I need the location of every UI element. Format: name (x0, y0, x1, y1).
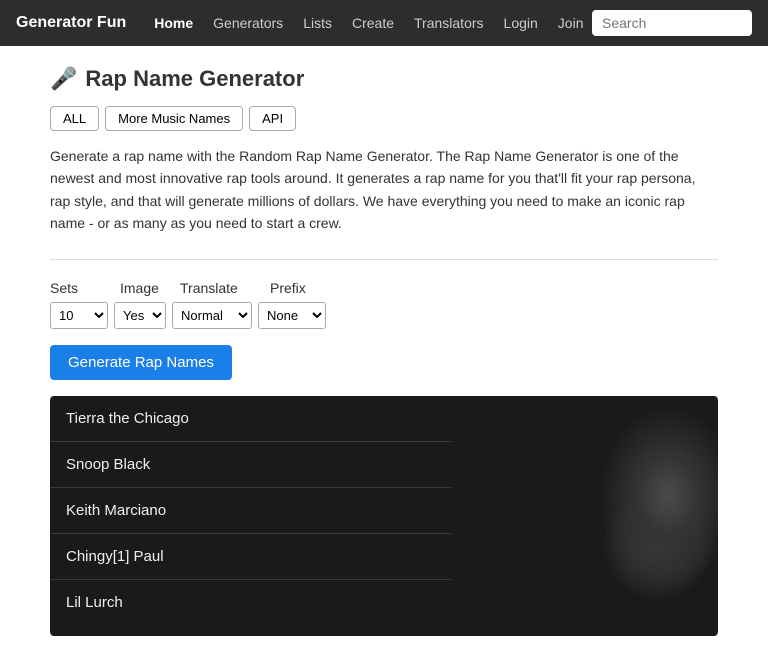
brand-logo[interactable]: Generator Fun (16, 14, 126, 32)
nav-link-generators[interactable]: Generators (205, 11, 291, 35)
search-container (592, 10, 752, 36)
results-container: Tierra the ChicagoSnoop BlackKeith Marci… (50, 396, 718, 636)
tag-buttons: ALLMore Music NamesAPI (50, 106, 718, 131)
image-select[interactable]: YesNo (114, 302, 166, 329)
title-text: Rap Name Generator (85, 66, 304, 92)
prefix-label: Prefix (270, 280, 330, 296)
result-item: Snoop Black (50, 442, 451, 488)
result-item: Lil Lurch (50, 580, 451, 625)
result-item: Keith Marciano (50, 488, 451, 534)
tag-button-all[interactable]: ALL (50, 106, 99, 131)
controls-row: 15102050 YesNo NormalFormalSlang NoneLil… (50, 302, 718, 329)
search-input[interactable] (592, 10, 752, 36)
results-list: Tierra the ChicagoSnoop BlackKeith Marci… (50, 396, 451, 625)
controls-labels: Sets Image Translate Prefix (50, 280, 718, 296)
nav-link-home[interactable]: Home (146, 11, 201, 35)
nav-link-lists[interactable]: Lists (295, 11, 340, 35)
navbar: Generator Fun HomeGeneratorsListsCreateT… (0, 0, 768, 46)
nav-link-create[interactable]: Create (344, 11, 402, 35)
result-item: Chingy[1] Paul (50, 534, 451, 580)
generate-button[interactable]: Generate Rap Names (50, 345, 232, 380)
sets-select[interactable]: 15102050 (50, 302, 108, 329)
tag-button-api[interactable]: API (249, 106, 296, 131)
translate-label: Translate (180, 280, 270, 296)
tag-button-more-music-names[interactable]: More Music Names (105, 106, 243, 131)
image-label: Image (120, 280, 180, 296)
nav-link-translators[interactable]: Translators (406, 11, 492, 35)
page-title: 🎤 Rap Name Generator (50, 66, 718, 92)
nav-link-join[interactable]: Join (550, 11, 592, 35)
result-item: Tierra the Chicago (50, 396, 451, 442)
title-icon: 🎤 (50, 66, 77, 92)
description: Generate a rap name with the Random Rap … (50, 145, 718, 235)
main-content: 🎤 Rap Name Generator ALLMore Music Names… (34, 46, 734, 656)
results-background-image (498, 396, 718, 636)
nav-links: HomeGeneratorsListsCreateTranslatorsLogi… (146, 11, 592, 35)
prefix-select[interactable]: NoneLilBigYoungOld (258, 302, 326, 329)
sets-label: Sets (50, 280, 120, 296)
translate-select[interactable]: NormalFormalSlang (172, 302, 252, 329)
divider (50, 259, 718, 260)
nav-link-login[interactable]: Login (496, 11, 546, 35)
